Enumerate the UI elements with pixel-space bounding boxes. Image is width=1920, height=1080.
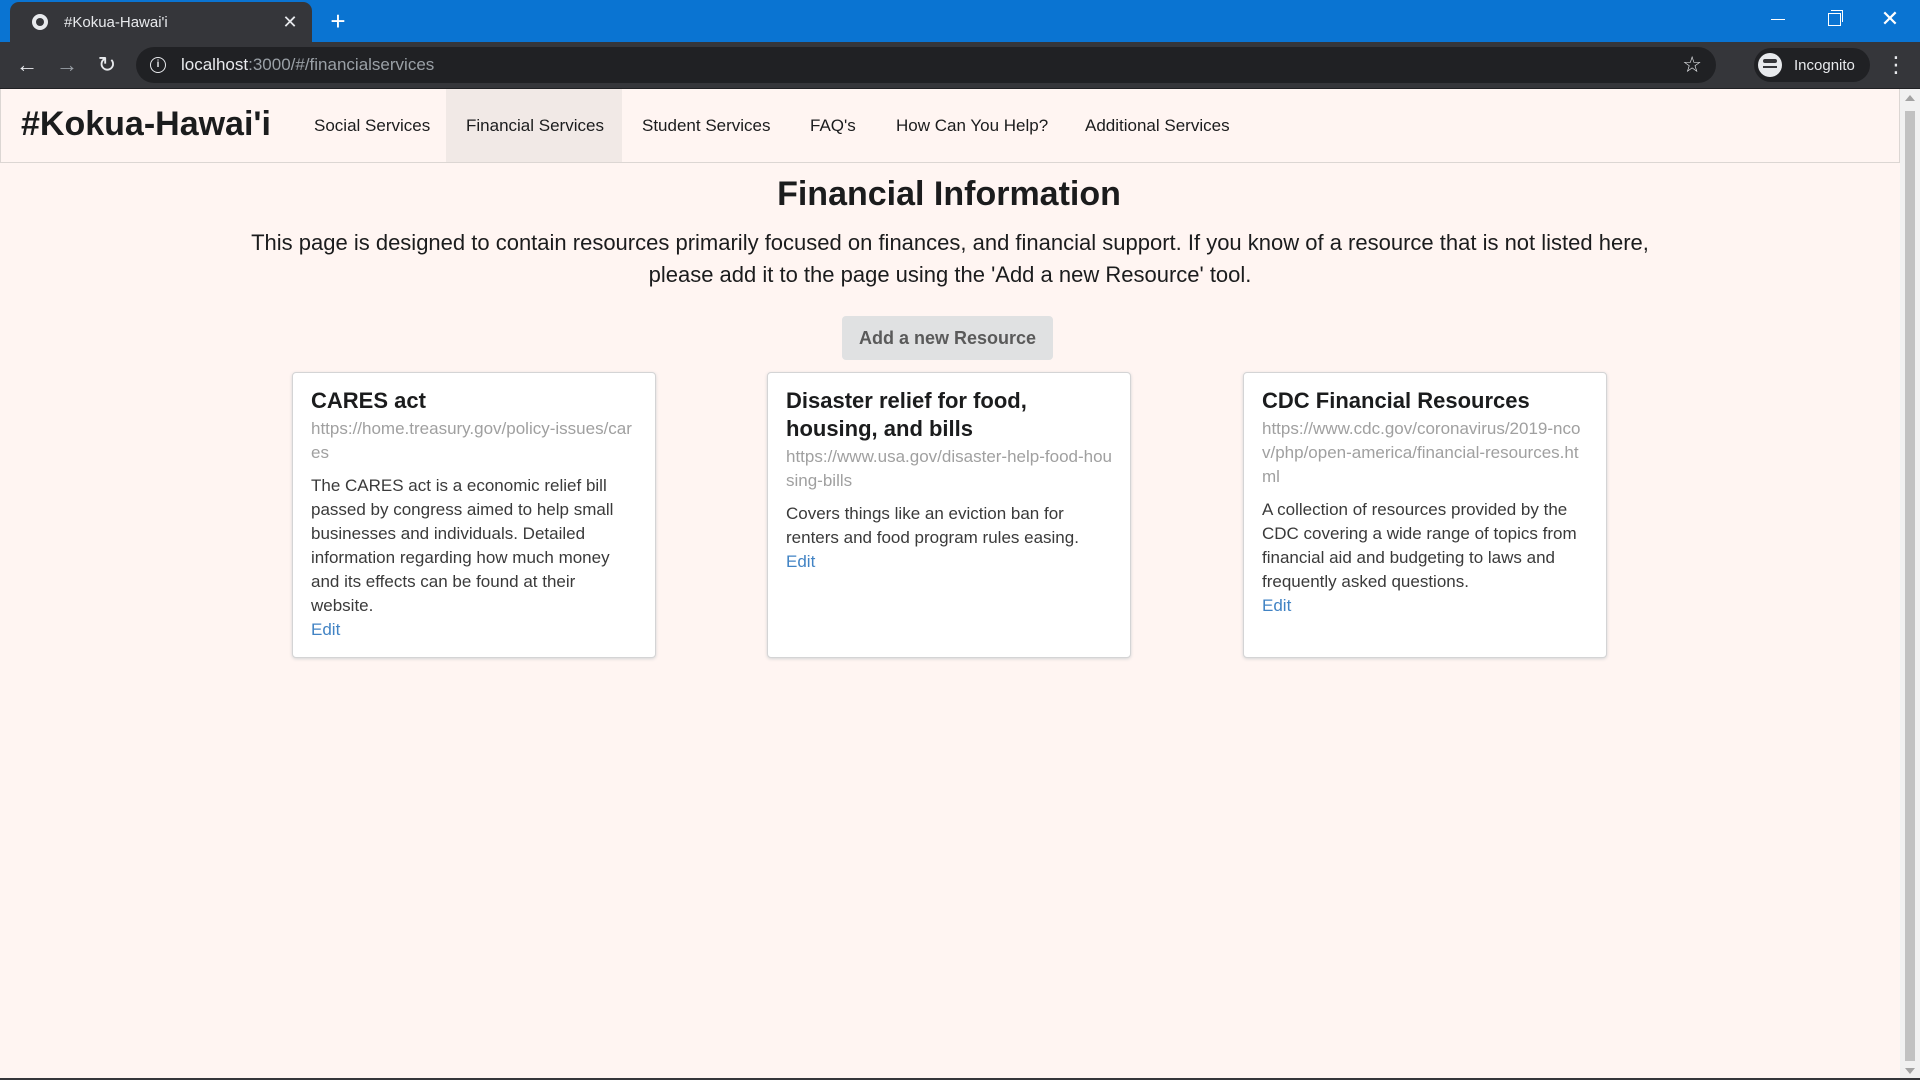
- tab-title: #Kokua-Hawai'i: [64, 13, 168, 31]
- card-edit-link[interactable]: Edit: [1262, 594, 1588, 618]
- page-description: This page is designed to contain resourc…: [251, 230, 1649, 287]
- nav-how-can-you-help[interactable]: How Can You Help?: [876, 89, 1068, 162]
- browser-tab[interactable]: #Kokua-Hawai'i ✕: [10, 2, 312, 42]
- card-title: CDC Financial Resources: [1262, 388, 1530, 413]
- card-url: https://home.treasury.gov/policy-issues/…: [311, 419, 632, 462]
- page-viewport: #Kokua-Hawai'i Social Services Financial…: [0, 89, 1900, 1080]
- arrow-right-icon[interactable]: →: [52, 50, 82, 80]
- info-icon[interactable]: i: [150, 57, 166, 73]
- card-title: Disaster relief for food, housing, and b…: [786, 388, 1027, 441]
- site-brand[interactable]: #Kokua-Hawai'i: [21, 105, 271, 144]
- scrollbar-thumb[interactable]: [1905, 111, 1915, 1061]
- address-bar[interactable]: i localhost:3000/#/financialservices ☆: [136, 47, 1716, 83]
- window-close-icon[interactable]: ✕: [1862, 0, 1918, 38]
- scroll-down-arrow-icon[interactable]: [1905, 1068, 1915, 1074]
- url-path: :3000/#/financialservices: [248, 55, 435, 74]
- url-text[interactable]: localhost:3000/#/financialservices: [181, 55, 434, 75]
- scroll-up-arrow-icon[interactable]: [1905, 95, 1915, 101]
- card-edit-link[interactable]: Edit: [311, 618, 637, 642]
- tab-close-icon[interactable]: ✕: [280, 12, 300, 33]
- resource-card: CARES act https://home.treasury.gov/poli…: [292, 372, 656, 658]
- new-tab-plus-icon[interactable]: +: [322, 6, 354, 38]
- resource-card: CDC Financial Resources https://www.cdc.…: [1243, 372, 1607, 658]
- restore-icon[interactable]: [1806, 0, 1862, 38]
- arrow-left-icon[interactable]: ←: [12, 50, 42, 80]
- incognito-indicator[interactable]: Incognito: [1754, 48, 1870, 82]
- page-title: Financial Information: [777, 175, 1121, 213]
- star-icon[interactable]: ☆: [1682, 52, 1702, 78]
- browser-titlebar: #Kokua-Hawai'i ✕ + ✕: [0, 0, 1920, 42]
- nav-financial-services[interactable]: Financial Services: [446, 89, 622, 162]
- card-description: Covers things like an eviction ban for r…: [786, 504, 1079, 547]
- vertical-scrollbar[interactable]: [1900, 89, 1920, 1080]
- browser-toolbar: ← → ↻ i localhost:3000/#/financialservic…: [0, 42, 1920, 89]
- nav-student-services[interactable]: Student Services: [622, 89, 791, 162]
- resource-card: Disaster relief for food, housing, and b…: [767, 372, 1131, 658]
- card-url: https://www.cdc.gov/coronavirus/2019-nco…: [1262, 419, 1581, 486]
- reload-icon[interactable]: ↻: [92, 50, 122, 80]
- card-description: A collection of resources provided by th…: [1262, 500, 1577, 591]
- nav-social-services[interactable]: Social Services: [294, 89, 450, 162]
- card-edit-link[interactable]: Edit: [786, 550, 1112, 574]
- card-url: https://www.usa.gov/disaster-help-food-h…: [786, 447, 1113, 490]
- nav-faqs[interactable]: FAQ's: [790, 89, 876, 162]
- incognito-label: Incognito: [1794, 56, 1855, 74]
- site-navbar: #Kokua-Hawai'i Social Services Financial…: [0, 89, 1900, 163]
- app-favicon-icon: [32, 14, 48, 30]
- add-resource-button[interactable]: Add a new Resource: [842, 316, 1053, 360]
- nav-additional-services[interactable]: Additional Services: [1065, 89, 1250, 162]
- kebab-menu-icon[interactable]: ⋮: [1884, 50, 1908, 80]
- card-description: The CARES act is a economic relief bill …: [311, 476, 614, 615]
- card-title: CARES act: [311, 388, 426, 413]
- incognito-icon: [1758, 53, 1782, 77]
- url-host: localhost: [181, 55, 249, 74]
- minimize-icon[interactable]: [1750, 0, 1806, 38]
